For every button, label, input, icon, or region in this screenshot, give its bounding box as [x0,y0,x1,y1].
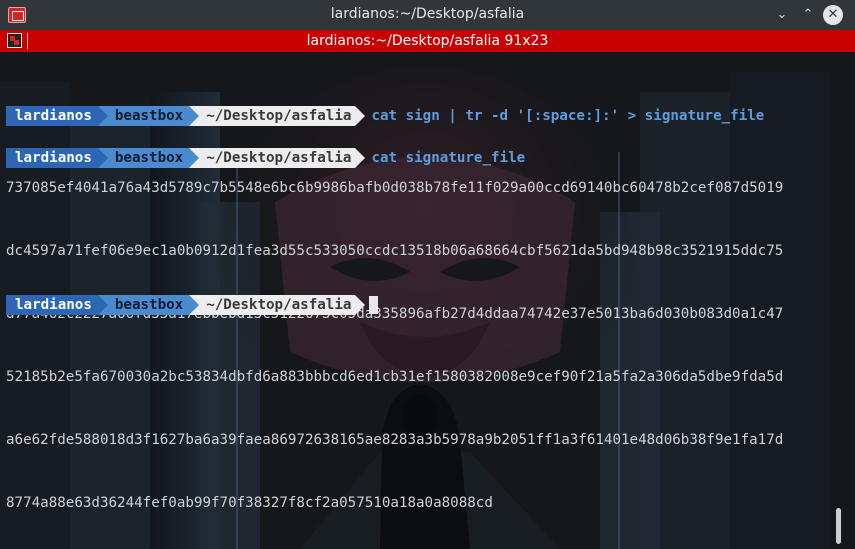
output-line: 52185b2e5fa670030a2bc53834dbfd6a883bbbcd… [6,369,784,385]
terminal-view[interactable]: lardianos beastbox ~/Desktop/asfalia cat… [0,52,855,549]
prompt-host: beastbox [97,295,200,315]
prompt-path: ~/Desktop/asfalia [189,295,366,315]
window-title: lardianos:~/Desktop/asfalia [330,6,525,22]
terminal-line-2: lardianos beastbox ~/Desktop/asfalia cat… [6,116,525,168]
shell-prompt: lardianos beastbox ~/Desktop/asfalia [6,295,379,315]
tab-title[interactable]: lardianos:~/Desktop/asfalia 91x23 [0,33,855,49]
text-cursor[interactable] [369,296,379,314]
scrollbar[interactable] [832,52,855,549]
scrollbar-thumb[interactable] [836,508,841,544]
terminal-line-3: lardianos beastbox ~/Desktop/asfalia [6,263,379,315]
tab-bar: lardianos:~/Desktop/asfalia 91x23 [0,30,855,52]
close-icon[interactable]: ✕ [823,5,843,25]
maximize-icon[interactable]: ⌃ [798,5,818,25]
minimize-icon[interactable]: ⌄ [772,5,792,25]
prompt-user: lardianos [6,295,108,315]
output-line: 737085ef4041a76a43d5789c7b5548e6bc6b9986… [6,180,784,196]
output-line: a6e62fde588018d3f1627ba6a39faea869726381… [6,432,784,448]
output-line: dc4597a71fef06e9ec1a0b0912d1fea3d55c5330… [6,243,784,259]
terminal-line-1: lardianos beastbox ~/Desktop/asfalia cat… [6,74,764,126]
window-titlebar: lardianos:~/Desktop/asfalia ⌄ ⌃ ✕ [0,0,855,30]
output-line: 8774a88e63d36244fef0ab99f70f38327f8cf2a0… [6,495,493,511]
